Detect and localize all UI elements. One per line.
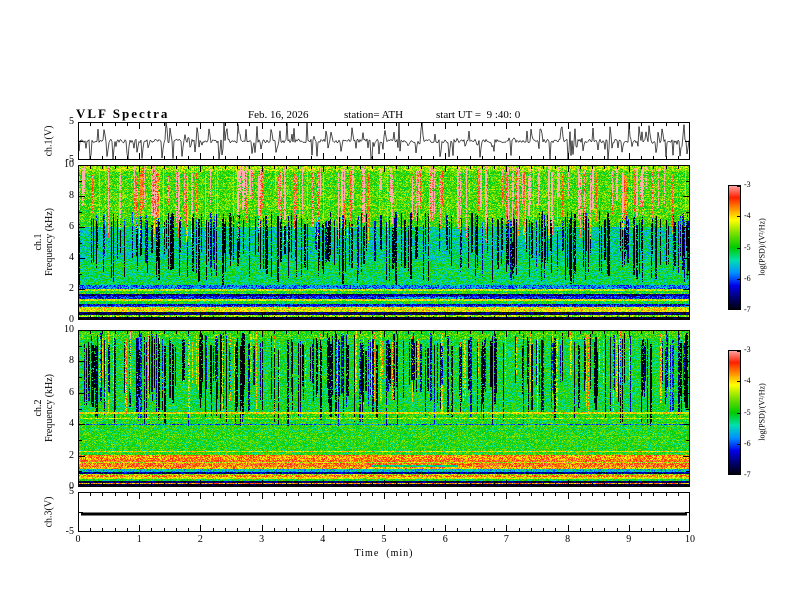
colorbar-tick-label: -4	[744, 376, 751, 386]
header-date: Feb. 16, 2026	[248, 109, 309, 121]
ch2-frequency-tick-label: 10	[64, 324, 74, 335]
time-tick-label: 9	[626, 534, 632, 545]
colorbar-tick-label: -6	[744, 273, 751, 283]
time-tick-label: 6	[442, 534, 448, 545]
colorbar-ch1-label: log(PSD)/(V²/Hz)	[757, 218, 767, 276]
ch3-voltage-tick-label: -5	[65, 526, 74, 537]
ch1-voltage-tick-label: 5	[69, 116, 74, 127]
ch1-frequency-tick-label: 8	[69, 190, 74, 201]
time-tick-label: 5	[381, 534, 387, 545]
colorbar-tick-label: -7	[744, 305, 751, 314]
ch2-frequency-tick-label: 8	[69, 355, 74, 367]
colorbar-tick-label: -3	[744, 345, 751, 354]
time-tick-label: 1	[136, 534, 142, 545]
vlf-spectra-figure: VLF Spectra Feb. 16, 2026 station= ATH s…	[0, 0, 792, 612]
colorbar-tick-label: -7	[744, 470, 751, 479]
figure-title: VLF Spectra	[76, 106, 170, 121]
time-tick-label: 10	[685, 534, 695, 545]
ch3-voltage-axis-label: ch.3(V)	[43, 496, 55, 528]
ch2-channel-label: ch.2	[33, 399, 44, 417]
ch2-frequency-tick-label: 4	[69, 418, 74, 430]
ch1-frequency-axis-label: ch.1 Frequency (kHz)	[33, 208, 55, 276]
ch1-frequency-tick-label: 4	[69, 252, 74, 263]
ch1-frequency-label: Frequency (kHz)	[44, 207, 55, 277]
time-axis-label: Time (min)	[354, 548, 414, 559]
ch3-waveform-plot	[78, 492, 690, 532]
colorbar-tick-label: -6	[744, 438, 751, 448]
time-tick-label: 2	[197, 534, 203, 545]
header-start-ut: start UT = 9 :40: 0	[436, 109, 521, 121]
ch3-voltage-tick-label: 5	[69, 486, 74, 497]
ch2-frequency-label: Frequency (kHz)	[44, 373, 55, 443]
time-tick-label: 8	[565, 534, 571, 545]
ch1-voltage-tick-label: -5	[65, 154, 74, 165]
ch2-frequency-axis-label: ch.2 Frequency (kHz)	[33, 374, 55, 442]
time-tick-label: 3	[259, 534, 265, 545]
ch1-frequency-tick-label: 6	[69, 221, 74, 232]
ch1-voltage-axis-label: ch.1(V)	[43, 125, 55, 157]
colorbar-ch2-label: log(PSD)/(V²/Hz)	[757, 383, 767, 441]
colorbar-tick-label: -5	[744, 407, 751, 417]
colorbar-tick-label: -5	[744, 242, 751, 252]
colorbar-ch1	[728, 185, 741, 310]
ch1-waveform-plot	[78, 122, 690, 160]
ch2-frequency-tick-label: 2	[69, 449, 74, 461]
colorbar-tick-label: -3	[744, 180, 751, 189]
ch2-frequency-tick-label: 6	[69, 386, 74, 398]
time-tick-label: 7	[503, 534, 509, 545]
ch2-spectrogram-plot	[78, 330, 690, 487]
ch1-frequency-tick-label: 2	[69, 283, 74, 294]
colorbar-ch2	[728, 350, 741, 475]
time-tick-label: 4	[320, 534, 326, 545]
ch1-spectrogram-plot	[78, 165, 690, 320]
ch1-channel-label: ch.1	[33, 233, 44, 251]
colorbar-tick-label: -4	[744, 211, 751, 221]
header-station: station= ATH	[344, 109, 404, 121]
